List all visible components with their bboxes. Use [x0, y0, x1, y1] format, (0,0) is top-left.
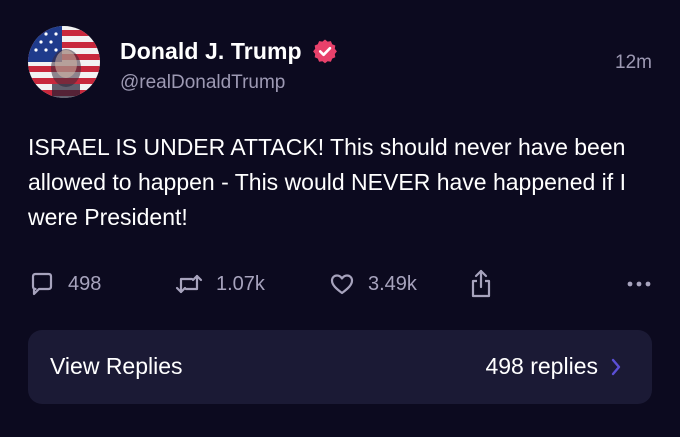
reply-button[interactable]: 498	[28, 266, 101, 302]
more-dots-icon	[627, 281, 651, 287]
display-name[interactable]: Donald J. Trump	[120, 38, 302, 65]
view-replies-bar[interactable]: View Replies 498 replies	[28, 330, 652, 404]
share-button[interactable]	[468, 266, 494, 302]
post-timestamp: 12m	[615, 52, 652, 73]
view-replies-label: View Replies	[50, 353, 183, 379]
user-handle[interactable]: @realDonaldTrump	[120, 72, 285, 94]
name-row: Donald J. Trump	[120, 36, 338, 66]
post-card: Donald J. Trump @realDonaldTrump 12m ISR…	[0, 0, 680, 437]
post-text: ISRAEL IS UNDER ATTACK! This should neve…	[28, 134, 626, 230]
verified-badge-icon	[312, 38, 338, 64]
action-bar: 498 1.07k 3.49k	[28, 266, 652, 302]
avatar[interactable]	[28, 26, 100, 98]
replies-count-group: 498 replies	[485, 353, 622, 380]
reply-count: 498	[68, 272, 102, 295]
like-count: 3.49k	[368, 272, 417, 295]
post-header: Donald J. Trump @realDonaldTrump 12m	[28, 26, 652, 100]
chevron-right-icon	[611, 358, 621, 375]
speech-bubble-icon	[31, 272, 53, 296]
share-icon	[471, 269, 491, 298]
repost-button[interactable]: 1.07k	[174, 266, 265, 302]
replies-count: 498 replies	[485, 353, 598, 379]
repost-icon	[175, 274, 203, 294]
like-button[interactable]: 3.49k	[328, 266, 417, 302]
heart-icon	[330, 274, 354, 295]
avatar-flag-portrait	[28, 26, 100, 98]
more-options-button[interactable]	[626, 266, 652, 302]
repost-count: 1.07k	[216, 272, 265, 295]
